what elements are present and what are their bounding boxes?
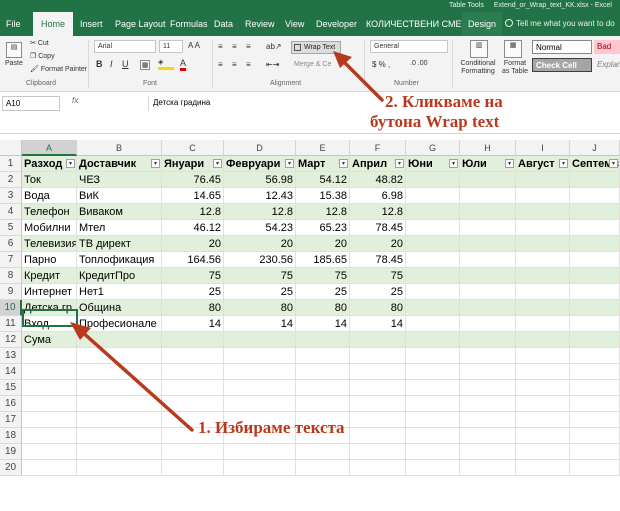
annotation-step2-line2: бутона Wrap text xyxy=(370,112,500,131)
arrow-to-cell-a10 xyxy=(78,328,194,432)
annotation-step1: 1. Избираме текста xyxy=(198,418,345,437)
annotation-step2-line1: 2. Кликваме на xyxy=(385,92,503,111)
arrow-to-wrap-text xyxy=(340,58,384,102)
